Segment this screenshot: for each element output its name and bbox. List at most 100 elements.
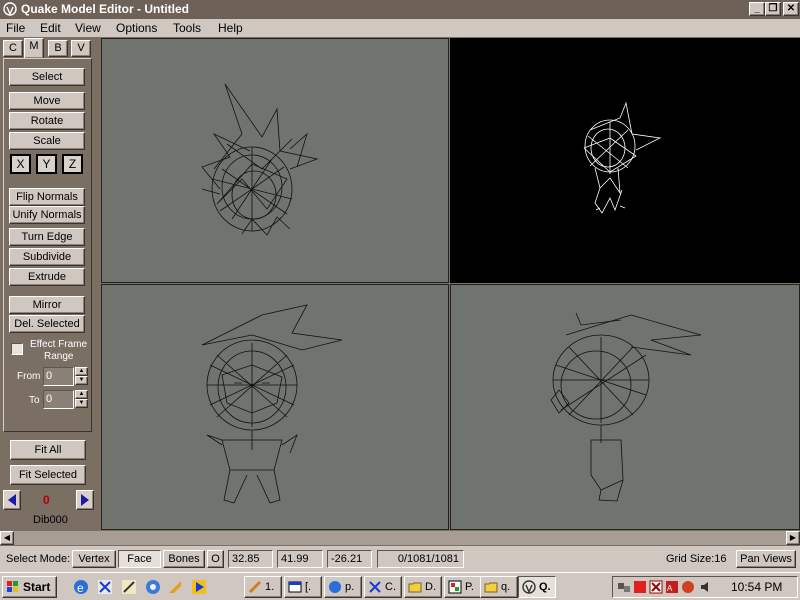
minimize-button[interactable]: _ xyxy=(749,2,765,16)
quick-launch-media-icon[interactable] xyxy=(144,578,162,596)
quick-launch-editor-icon[interactable] xyxy=(120,578,138,596)
wireframe-model-3d xyxy=(583,101,662,214)
menu-options[interactable]: Options xyxy=(116,21,157,35)
menu-view[interactable]: View xyxy=(75,21,101,35)
tab-v[interactable]: V xyxy=(71,40,91,57)
task-button-7[interactable]: q. xyxy=(480,576,518,598)
task-app-icon xyxy=(248,580,262,594)
mode-vertex-button[interactable]: Vertex xyxy=(72,550,116,568)
subdivide-button[interactable]: Subdivide xyxy=(9,248,85,266)
coord-z-field: -26.21 xyxy=(327,550,372,568)
title-bar[interactable]: Quake Model Editor - Untitled _ ❐ ✕ xyxy=(0,0,800,19)
viewport-front[interactable] xyxy=(101,284,449,530)
flip-normals-button[interactable]: Flip Normals xyxy=(9,188,85,206)
from-label: From xyxy=(17,371,41,382)
pan-views-button[interactable]: Pan Views xyxy=(736,550,796,568)
task-button-4[interactable]: C. xyxy=(364,576,402,598)
window-title: Quake Model Editor - Untitled xyxy=(21,2,190,16)
tab-m[interactable]: M xyxy=(24,38,44,58)
mode-face-button[interactable]: Face xyxy=(118,550,161,568)
status-bar: Select Mode: Vertex Face Bones O 32.85 4… xyxy=(0,546,800,572)
rotate-button[interactable]: Rotate xyxy=(9,112,85,130)
mode-o-button[interactable]: O xyxy=(207,550,224,568)
unify-normals-button[interactable]: Unify Normals xyxy=(9,206,85,224)
effect-frame-range-checkbox[interactable] xyxy=(11,343,23,355)
wireframe-model-top xyxy=(201,83,319,236)
svg-text:A: A xyxy=(667,584,673,593)
fit-all-button[interactable]: Fit All xyxy=(10,440,86,460)
spin-up-icon[interactable]: ▲ xyxy=(75,390,88,399)
tab-b[interactable]: B xyxy=(48,40,68,57)
task-button-1[interactable]: 1. xyxy=(244,576,282,598)
volume-icon[interactable] xyxy=(699,580,713,594)
viewport-3d[interactable] xyxy=(450,38,800,283)
arrow-right-icon xyxy=(81,494,89,506)
delete-selected-button[interactable]: Del. Selected xyxy=(9,315,85,333)
coord-y-field: 41.99 xyxy=(277,550,323,568)
quake-editor-icon xyxy=(522,580,536,594)
task-paint-icon xyxy=(448,580,462,594)
from-spinner[interactable]: ▲ ▼ xyxy=(75,367,88,386)
task-button-2[interactable]: [. xyxy=(284,576,322,598)
axis-y-toggle[interactable]: Y xyxy=(36,154,57,174)
task-button-quake-editor[interactable]: Q. xyxy=(518,576,556,598)
task-button-3[interactable]: p. xyxy=(324,576,362,598)
next-frame-button[interactable] xyxy=(76,490,94,510)
start-label: Start xyxy=(23,580,51,594)
task-browser-icon xyxy=(329,581,341,593)
scale-button[interactable]: Scale xyxy=(9,132,85,150)
tray-app-icon[interactable] xyxy=(633,580,647,594)
mirror-button[interactable]: Mirror xyxy=(9,296,85,314)
clock: 10:54 PM xyxy=(731,580,783,594)
internet-explorer-icon[interactable]: e xyxy=(72,578,90,596)
axis-z-toggle[interactable]: Z xyxy=(62,154,83,174)
spin-down-icon[interactable]: ▼ xyxy=(75,399,88,408)
frame-number: 0 xyxy=(43,493,50,507)
menu-file[interactable]: File xyxy=(6,21,25,35)
tool-panel: C M B V Select Move Rotate Scale X Y Z F… xyxy=(0,37,100,530)
task-button-6[interactable]: P. xyxy=(444,576,482,598)
tray-close-icon[interactable] xyxy=(649,580,663,594)
quick-launch-app-icon[interactable] xyxy=(96,578,114,596)
close-button[interactable]: ✕ xyxy=(783,2,799,16)
move-button[interactable]: Move xyxy=(9,92,85,110)
menu-help[interactable]: Help xyxy=(218,21,243,35)
turn-edge-button[interactable]: Turn Edge xyxy=(9,228,85,246)
task-button-5[interactable]: D. xyxy=(404,576,442,598)
select-button[interactable]: Select xyxy=(9,68,85,86)
to-spinner[interactable]: ▲ ▼ xyxy=(75,390,88,409)
taskbar: Start e 1. [. p. C. D. P. q. Q. A 10:54 … xyxy=(0,572,800,600)
task-app-icon xyxy=(369,581,381,593)
arrow-left-icon xyxy=(8,494,16,506)
wireframe-model-front xyxy=(201,304,343,504)
to-label: To xyxy=(29,395,40,406)
tray-acrobat-icon[interactable]: A xyxy=(665,580,679,594)
quick-launch-play-icon[interactable] xyxy=(190,578,208,596)
spin-down-icon[interactable]: ▼ xyxy=(75,376,88,385)
fit-selected-button[interactable]: Fit Selected xyxy=(10,465,86,485)
quick-launch-tool-icon[interactable] xyxy=(166,578,184,596)
from-input[interactable]: 0 xyxy=(43,367,74,386)
effect-frame-label: Effect Frame xyxy=(30,339,88,350)
windows-logo-icon xyxy=(7,581,18,592)
tray-app-icon[interactable] xyxy=(681,580,695,594)
start-button[interactable]: Start xyxy=(2,576,57,598)
menu-tools[interactable]: Tools xyxy=(173,21,201,35)
spin-up-icon[interactable]: ▲ xyxy=(75,367,88,376)
tab-c[interactable]: C xyxy=(3,40,23,57)
folder-icon xyxy=(484,582,498,593)
horizontal-scrollbar[interactable]: ◀ ▶ xyxy=(0,531,800,545)
axis-x-toggle[interactable]: X xyxy=(10,154,31,174)
menu-edit[interactable]: Edit xyxy=(40,21,61,35)
viewport-side[interactable] xyxy=(450,284,800,530)
app-icon xyxy=(3,2,17,16)
mode-bones-button[interactable]: Bones xyxy=(163,550,205,568)
prev-frame-button[interactable] xyxy=(3,490,21,510)
scroll-right-icon[interactable]: ▶ xyxy=(786,531,800,545)
scroll-left-icon[interactable]: ◀ xyxy=(0,531,14,545)
restore-button[interactable]: ❐ xyxy=(765,2,781,16)
viewport-top[interactable] xyxy=(101,38,449,283)
network-icon[interactable] xyxy=(617,580,631,594)
to-input[interactable]: 0 xyxy=(43,390,74,409)
extrude-button[interactable]: Extrude xyxy=(9,268,85,286)
